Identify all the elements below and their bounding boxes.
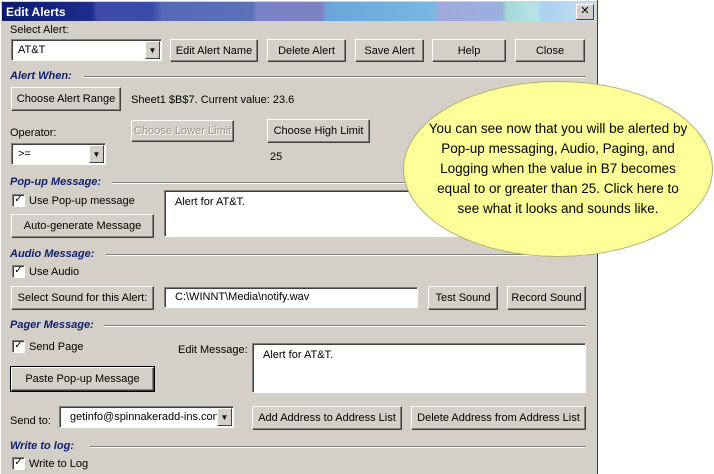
help-button[interactable]: Help (432, 39, 506, 62)
edit-alert-name-button[interactable]: Edit Alert Name (170, 39, 258, 62)
delete-alert-button[interactable]: Delete Alert (267, 39, 346, 62)
write-to-log-label: Write to Log (29, 458, 89, 470)
paste-popup-message-button[interactable]: Paste Pop-up Message (10, 366, 155, 392)
test-sound-button[interactable]: Test Sound (428, 286, 498, 310)
use-audio-label: Use Audio (29, 266, 80, 278)
pager-message-heading: Pager Message: (10, 319, 94, 331)
send-page-checkbox[interactable]: ✓ (12, 340, 25, 353)
audio-message-heading: Audio Message: (10, 248, 95, 260)
sound-path-input[interactable]: C:\WINNT\Media\notify.wav (164, 287, 418, 308)
use-popup-checkbox[interactable]: ✓ (12, 194, 25, 207)
chevron-down-icon[interactable]: ▼ (145, 41, 160, 59)
send-page-label: Send Page (29, 341, 84, 353)
use-popup-label: Use Pop-up message (29, 195, 135, 207)
select-alert-label: Select Alert: (10, 24, 69, 36)
close-button[interactable]: Close (515, 39, 585, 62)
title-bar: Edit Alerts ✕ (2, 2, 596, 21)
chevron-down-icon[interactable]: ▼ (89, 145, 104, 163)
auto-generate-message-button[interactable]: Auto-generate Message (11, 214, 154, 238)
divider (90, 446, 586, 448)
send-to-combo[interactable]: getinfo@spinnakeradd-ins.con ▼ (59, 406, 234, 428)
choose-lower-limit-button[interactable]: Choose Lower Limit (131, 120, 234, 142)
pager-message-text: Alert for AT&T. (263, 349, 334, 361)
operator-value: >= (18, 148, 31, 160)
record-sound-button[interactable]: Record Sound (507, 286, 586, 310)
range-info-text: Sheet1 $B$7. Current value: 23.6 (131, 94, 295, 106)
select-sound-button[interactable]: Select Sound for this Alert: (11, 286, 154, 310)
operator-combo[interactable]: >= ▼ (11, 143, 106, 165)
send-to-label: Send to: (10, 415, 51, 427)
write-to-log-checkbox[interactable]: ✓ (12, 457, 25, 470)
choose-high-limit-button[interactable]: Choose High Limit (267, 119, 370, 143)
tooltip-bubble[interactable]: You can see now that you will be alerted… (403, 81, 713, 257)
save-alert-button[interactable]: Save Alert (355, 39, 424, 62)
popup-message-text: Alert for AT&T. (175, 196, 246, 208)
alert-when-heading: Alert When: (10, 70, 72, 82)
choose-alert-range-button[interactable]: Choose Alert Range (11, 87, 121, 111)
select-alert-value: AT&T (18, 44, 46, 56)
use-audio-checkbox[interactable]: ✓ (12, 265, 25, 278)
sound-path-value: C:\WINNT\Media\notify.wav (175, 291, 310, 303)
high-limit-value: 25 (270, 151, 283, 163)
add-address-button[interactable]: Add Address to Address List (252, 406, 402, 430)
divider (106, 254, 586, 256)
select-alert-combo[interactable]: AT&T ▼ (11, 39, 162, 61)
pager-message-textarea[interactable]: Alert for AT&T. (252, 343, 586, 393)
close-window-button[interactable]: ✕ (576, 4, 594, 20)
window-title: Edit Alerts (6, 4, 66, 19)
delete-address-button[interactable]: Delete Address from Address List (411, 406, 586, 430)
close-icon: ✕ (580, 5, 590, 17)
operator-label: Operator: (10, 127, 57, 139)
edit-message-label: Edit Message: (178, 344, 248, 356)
send-to-value: getinfo@spinnakeradd-ins.con (70, 411, 219, 423)
chevron-down-icon[interactable]: ▼ (217, 408, 232, 426)
tooltip-text: You can see now that you will be alerted… (428, 121, 688, 216)
divider (84, 76, 586, 78)
divider (104, 325, 586, 327)
write-to-log-heading: Write to log: (10, 440, 74, 452)
popup-message-heading: Pop-up Message: (10, 176, 102, 188)
